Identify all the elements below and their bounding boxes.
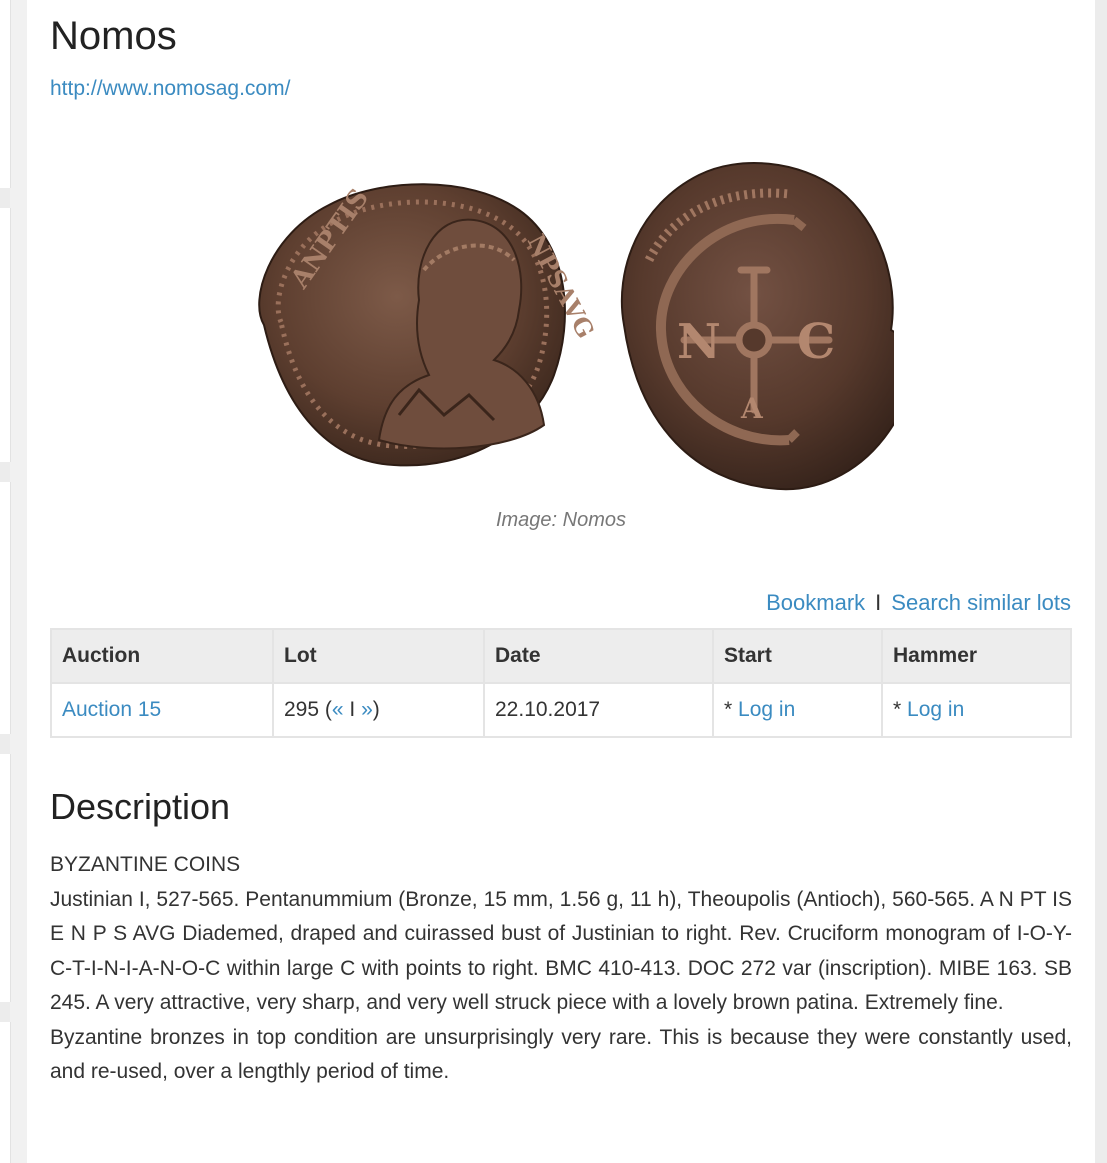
right-scroll-strip (1095, 0, 1107, 1163)
lot-nav-open: ( (324, 698, 332, 721)
date-cell: 22.10.2017 (483, 682, 714, 738)
lot-card: Nomos http://www.nomosag.com/ ANPTIS NPS… (27, 0, 1095, 1163)
table-header-row: Auction Lot Date Start Hammer (50, 628, 1072, 684)
svg-text:C: C (797, 314, 835, 370)
svg-text:N: N (677, 314, 721, 370)
lot-nav-separator: I (349, 698, 356, 721)
column-header-auction: Auction (50, 628, 274, 684)
description-category: BYZANTINE COINS (50, 853, 241, 876)
search-similar-lots-link[interactable]: Search similar lots (891, 590, 1071, 615)
auction-cell: Auction 15 (50, 682, 274, 738)
lot-info-table: Auction Lot Date Start Hammer Auction 15… (50, 628, 1072, 738)
start-login-link[interactable]: Log in (738, 698, 795, 721)
lot-actions: Bookmark I Search similar lots (766, 590, 1071, 616)
left-sidebar-strip (0, 0, 11, 1163)
column-header-start: Start (712, 628, 883, 684)
auction-house-website-link[interactable]: http://www.nomosag.com/ (50, 77, 290, 101)
auction-link[interactable]: Auction 15 (62, 698, 161, 721)
start-prefix: * (724, 698, 733, 721)
previous-lot-link[interactable]: « (332, 698, 344, 721)
start-cell: * Log in (712, 682, 883, 738)
next-lot-link[interactable]: » (361, 698, 373, 721)
auction-house-title: Nomos (50, 14, 177, 58)
column-header-lot: Lot (272, 628, 485, 684)
svg-text:A: A (740, 392, 764, 425)
coin-image[interactable]: ANPTIS NPSAVG N C A (229, 150, 894, 495)
bookmark-link[interactable]: Bookmark (766, 590, 865, 615)
description-heading: Description (50, 786, 231, 827)
description-body: BYZANTINE COINS Justinian I, 527-565. Pe… (50, 848, 1072, 1090)
column-header-hammer: Hammer (881, 628, 1072, 684)
description-note: Byzantine bronzes in top condition are u… (50, 1025, 1072, 1084)
actions-separator: I (875, 590, 882, 615)
description-text: Justinian I, 527-565. Pentanummium (Bron… (50, 887, 1072, 1015)
table-row: Auction 15 295 (« I ») 22.10.2017 * Log … (50, 682, 1072, 738)
column-header-date: Date (483, 628, 714, 684)
lot-nav-close: ) (372, 698, 380, 721)
image-caption: Image: Nomos (495, 509, 627, 531)
coin-obverse: ANPTIS NPSAVG (258, 183, 601, 467)
hammer-login-link[interactable]: Log in (907, 698, 964, 721)
coin-reverse: N C A (620, 162, 894, 491)
lot-number: 295 (284, 698, 320, 721)
hammer-cell: * Log in (881, 682, 1072, 738)
lot-cell: 295 (« I ») (272, 682, 485, 738)
hammer-prefix: * (893, 698, 902, 721)
